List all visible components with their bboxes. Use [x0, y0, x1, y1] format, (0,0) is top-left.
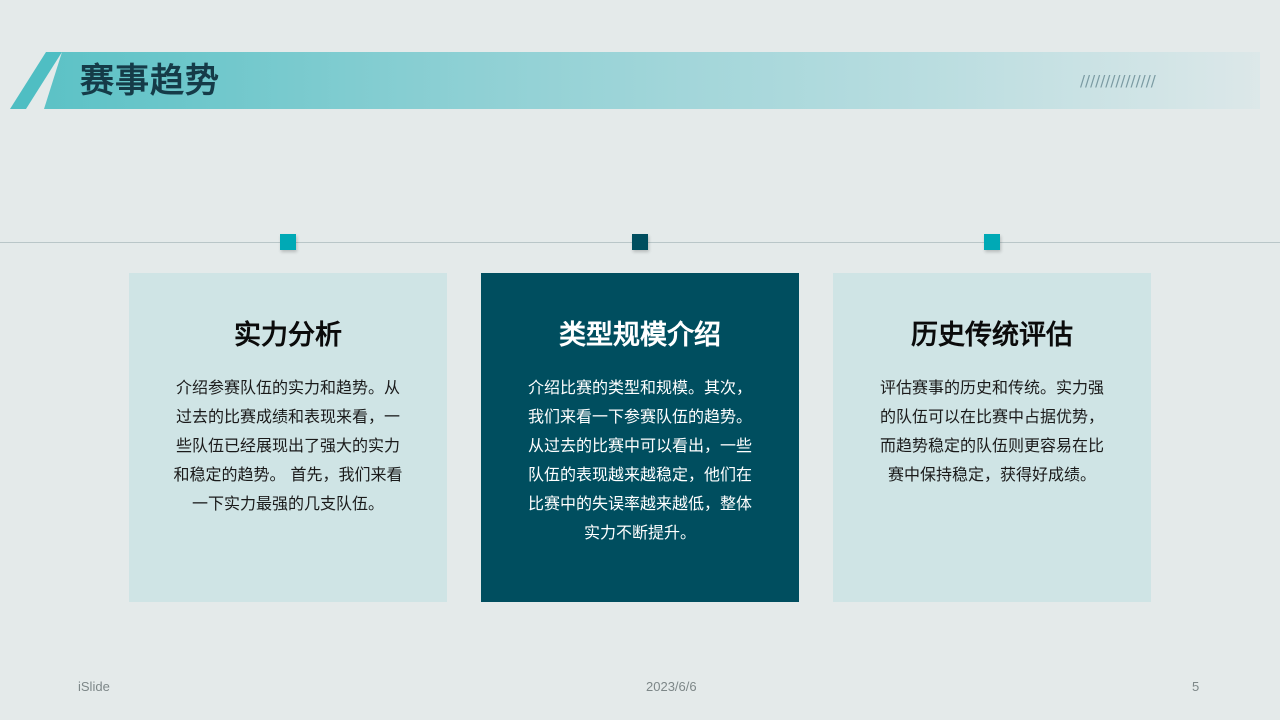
slide-title: 赛事趋势 [80, 61, 220, 101]
card-title: 类型规模介绍 [559, 320, 721, 351]
footer-date: 2023/6/6 [646, 679, 697, 694]
timeline-marker-2 [632, 234, 648, 250]
title-banner [44, 52, 1260, 109]
footer-page-number: 5 [1192, 679, 1200, 694]
card-title: 历史传统评估 [911, 320, 1073, 351]
card-type-scale: 类型规模介绍 介绍比赛的类型和规模。其次，我们来看一下参赛队伍的趋势。从过去的比… [481, 273, 799, 602]
card-body: 评估赛事的历史和传统。实力强的队伍可以在比赛中占据优势，而趋势稳定的队伍则更容易… [879, 378, 1104, 484]
card-strength-analysis: 实力分析 介绍参赛队伍的实力和趋势。从过去的比赛成绩和表现来看，一些队伍已经展现… [129, 273, 447, 602]
timeline-marker-1 [280, 234, 296, 250]
card-body: 介绍参赛队伍的实力和趋势。从过去的比赛成绩和表现来看，一些队伍已经展现出了强大的… [173, 378, 403, 513]
footer-brand: iSlide [78, 679, 110, 694]
decorative-slashes: /////////////// [1080, 72, 1156, 90]
card-title: 实力分析 [234, 320, 342, 351]
timeline-marker-3 [984, 234, 1000, 250]
card-body: 介绍比赛的类型和规模。其次，我们来看一下参赛队伍的趋势。从过去的比赛中可以看出，… [527, 378, 752, 542]
card-history-tradition: 历史传统评估 评估赛事的历史和传统。实力强的队伍可以在比赛中占据优势，而趋势稳定… [833, 273, 1151, 602]
